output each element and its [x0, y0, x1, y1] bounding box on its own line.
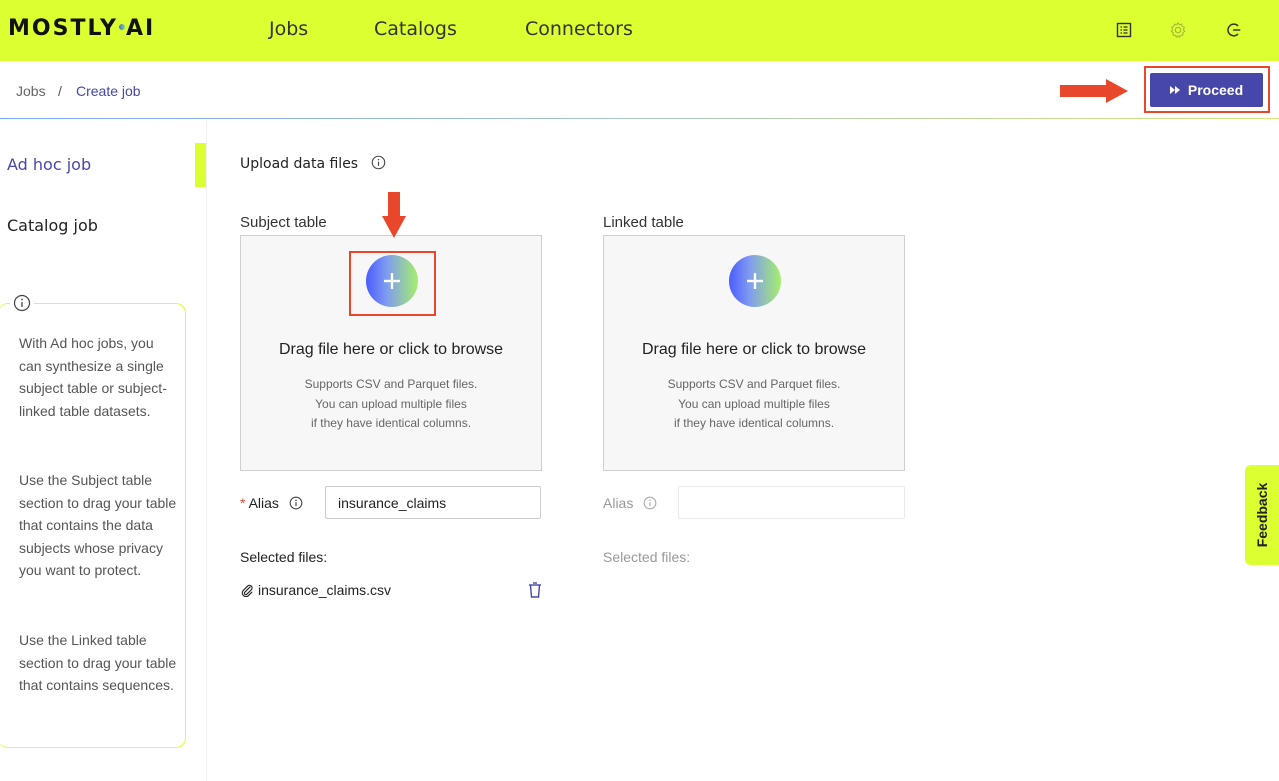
plus-icon: [747, 273, 763, 289]
alias-label-text: Alias: [603, 495, 634, 511]
sidebar-divider: [206, 120, 207, 781]
linked-selected-files-label: Selected files:: [603, 549, 691, 565]
linked-alias-label: Alias: [603, 495, 657, 513]
tab-ad-hoc-job[interactable]: Ad hoc job: [7, 155, 91, 174]
info-paragraph-2: Use the Subject table section to drag yo…: [19, 472, 177, 579]
dropzone-title: Drag file here or click to browse: [641, 341, 867, 358]
info-icon[interactable]: [643, 496, 657, 513]
nav-catalogs[interactable]: Catalogs: [374, 18, 457, 40]
top-navigation-bar: MOSTLY AI Jobs Catalogs Connectors: [0, 0, 1279, 61]
logo-text-left: MOSTLY: [8, 16, 118, 41]
selected-file-item: insurance_claims.csv: [240, 582, 391, 598]
breadcrumb-current: Create job: [76, 83, 141, 99]
required-mark: *: [240, 495, 246, 511]
subject-alias-input[interactable]: [325, 486, 541, 519]
upload-section-title: Upload data files: [240, 155, 386, 172]
dropzone-subtext-line: Supports CSV and Parquet files.: [667, 377, 841, 391]
add-file-button[interactable]: [729, 255, 781, 307]
dropzone-subtext-line: Supports CSV and Parquet files.: [304, 377, 478, 391]
info-paragraph-3: Use the Linked table section to drag you…: [19, 632, 177, 694]
logout-icon[interactable]: [1222, 18, 1246, 42]
breadcrumb-separator: /: [58, 83, 62, 99]
nav-jobs[interactable]: Jobs: [269, 18, 308, 40]
dropzone-title: Drag file here or click to browse: [278, 341, 504, 358]
breadcrumb-jobs[interactable]: Jobs: [16, 83, 46, 99]
info-icon: [10, 292, 34, 314]
selected-file-name: insurance_claims.csv: [258, 582, 392, 598]
annotation-arrow-down: [382, 192, 406, 238]
add-file-highlight-frame: [349, 251, 436, 316]
document-list-icon[interactable]: [1112, 18, 1136, 42]
paperclip-icon: [241, 584, 253, 597]
nav-connectors[interactable]: Connectors: [525, 18, 633, 40]
upload-title-text: Upload data files: [240, 156, 359, 172]
subject-selected-files-label: Selected files:: [240, 549, 328, 565]
dropzone-subtext-line: You can upload multiple files: [678, 396, 830, 411]
active-tab-indicator: [195, 143, 206, 187]
info-icon[interactable]: [371, 155, 386, 170]
logo-dot: [118, 24, 125, 30]
linked-dropzone[interactable]: Drag file here or click to browse Suppor…: [603, 235, 905, 471]
fast-forward-icon: [1169, 86, 1180, 94]
gear-icon[interactable]: [1166, 18, 1190, 42]
mostly-ai-logo[interactable]: MOSTLY AI: [8, 16, 155, 41]
dropzone-subtext: Supports CSV and Parquet files. You can …: [241, 375, 541, 434]
logo-text-right: AI: [125, 16, 156, 41]
info-paragraph-1: With Ad hoc jobs, you can synthesize a s…: [19, 335, 167, 419]
linked-table-label: Linked table: [603, 214, 684, 231]
subject-alias-label: * Alias: [240, 495, 303, 513]
dropzone-subtext-line: if they have identical columns.: [310, 416, 472, 430]
feedback-tab[interactable]: Feedback: [1245, 465, 1279, 565]
dropzone-subtext-line: if they have identical columns.: [673, 416, 835, 430]
subject-table-label: Subject table: [240, 214, 327, 231]
linked-alias-input[interactable]: [678, 486, 905, 519]
tab-catalog-job[interactable]: Catalog job: [7, 216, 98, 235]
trash-icon[interactable]: [527, 581, 543, 599]
info-icon[interactable]: [289, 496, 303, 513]
feedback-label: Feedback: [1254, 482, 1270, 548]
proceed-label: Proceed: [1187, 82, 1244, 98]
annotation-arrow-right: [1060, 79, 1128, 103]
dropzone-subtext-line: You can upload multiple files: [315, 396, 467, 411]
proceed-button[interactable]: Proceed: [1150, 73, 1263, 107]
dropzone-subtext: Supports CSV and Parquet files. You can …: [604, 375, 904, 434]
alias-label-text: Alias: [248, 495, 279, 511]
